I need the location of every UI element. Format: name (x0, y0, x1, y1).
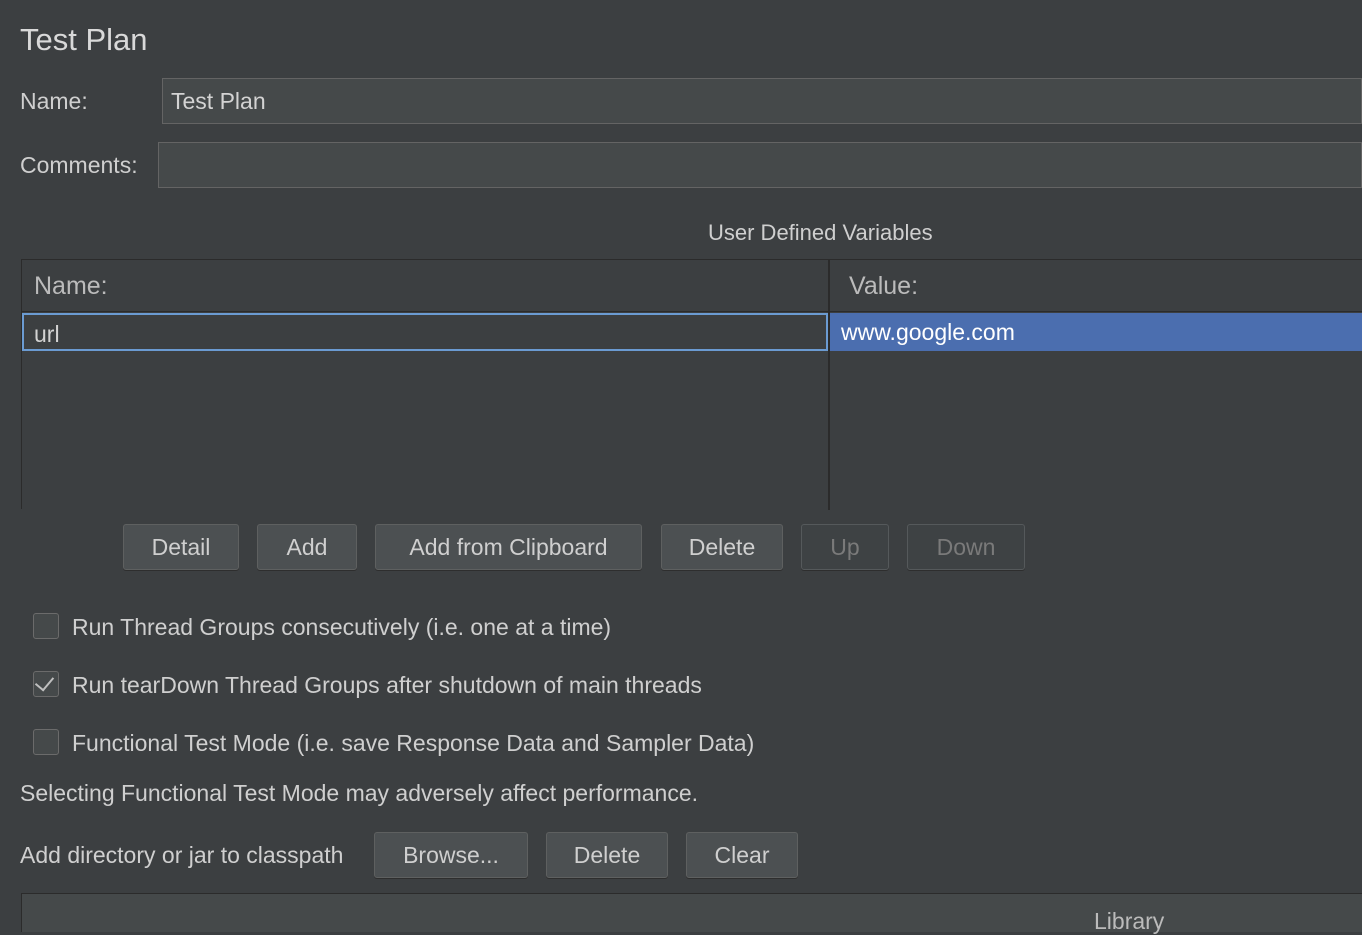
column-header-value[interactable]: Value: (830, 260, 1362, 312)
functional-mode-checkbox[interactable] (33, 729, 59, 755)
run-teardown-label: Run tearDown Thread Groups after shutdow… (72, 672, 702, 698)
comments-input[interactable] (158, 142, 1362, 188)
user-defined-variables-title: User Defined Variables (708, 220, 933, 245)
browse-button[interactable]: Browse... (374, 832, 528, 878)
add-from-clipboard-button[interactable]: Add from Clipboard (375, 524, 642, 570)
detail-button[interactable]: Detail (123, 524, 239, 570)
name-label: Name: (20, 88, 88, 114)
run-consecutively-checkbox[interactable] (33, 613, 59, 639)
up-button[interactable]: Up (801, 524, 889, 570)
variable-value-cell[interactable]: www.google.com (830, 313, 1362, 351)
clear-button[interactable]: Clear (686, 832, 798, 878)
variable-name-cell[interactable]: url (22, 313, 828, 351)
functional-mode-note: Selecting Functional Test Mode may adver… (20, 780, 698, 806)
column-header-library[interactable]: Library (1094, 908, 1164, 935)
checkmark-icon (34, 671, 55, 692)
delete-classpath-button[interactable]: Delete (546, 832, 668, 878)
panel-title: Test Plan (20, 22, 148, 57)
user-variables-table: Name: Value: url www.google.com (21, 259, 1362, 510)
classpath-label: Add directory or jar to classpath (20, 842, 344, 868)
add-button[interactable]: Add (257, 524, 357, 570)
column-divider[interactable] (828, 260, 830, 510)
run-consecutively-label: Run Thread Groups consecutively (i.e. on… (72, 614, 612, 640)
name-input[interactable] (162, 78, 1362, 124)
classpath-table: Library (21, 893, 1362, 935)
run-teardown-checkbox[interactable] (33, 671, 59, 697)
delete-variable-button[interactable]: Delete (661, 524, 783, 570)
comments-label: Comments: (20, 152, 138, 178)
functional-mode-label: Functional Test Mode (i.e. save Response… (72, 730, 755, 756)
down-button[interactable]: Down (907, 524, 1025, 570)
column-header-name[interactable]: Name: (22, 260, 828, 312)
